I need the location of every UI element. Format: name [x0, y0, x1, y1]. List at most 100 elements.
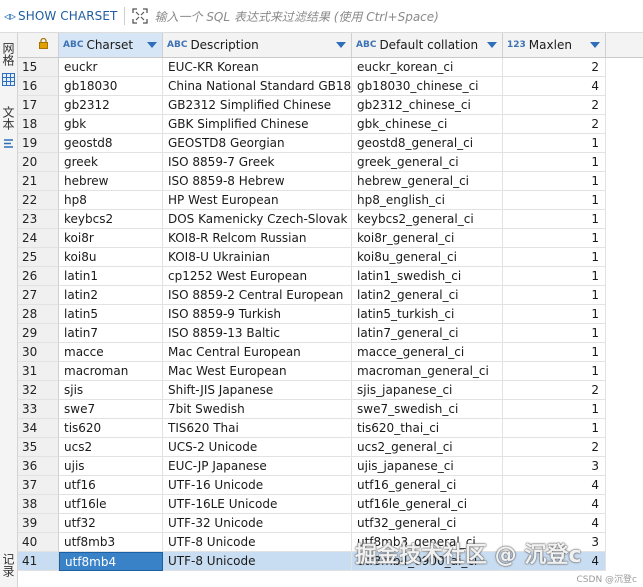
table-row[interactable]: 31 macroman Mac West European macroman_gene…	[18, 362, 643, 381]
table-cell[interactable]: sjis_japanese_ci	[352, 381, 503, 400]
table-cell[interactable]: UTF-16LE Unicode	[163, 495, 352, 514]
table-cell[interactable]: gb2312	[59, 96, 163, 115]
table-cell[interactable]: hp8_english_ci	[352, 191, 503, 210]
table-row[interactable]: 34 tis620 TIS620 Thai tis620_thai_ci 1	[18, 419, 643, 438]
table-cell[interactable]: koi8u_general_ci	[352, 248, 503, 267]
row-number-cell[interactable]: 24	[18, 229, 59, 248]
table-cell[interactable]: KOI8-U Ukrainian	[163, 248, 352, 267]
table-cell[interactable]: 1	[503, 229, 606, 248]
table-row[interactable]: 20 greek ISO 8859-7 Greek greek_general_ci 1	[18, 153, 643, 172]
row-number-cell[interactable]: 35	[18, 438, 59, 457]
table-row[interactable]: 23 keybcs2 DOS Kamenicky Czech-Slovak keybc…	[18, 210, 643, 229]
chevron-down-icon[interactable]	[590, 42, 600, 48]
row-number-cell[interactable]: 28	[18, 305, 59, 324]
table-cell[interactable]: ucs2_general_ci	[352, 438, 503, 457]
table-cell[interactable]: keybcs2_general_ci	[352, 210, 503, 229]
table-cell[interactable]: greek	[59, 153, 163, 172]
row-number-cell[interactable]: 18	[18, 115, 59, 134]
table-row[interactable]: 26 latin1 cp1252 West European latin1_swedi…	[18, 267, 643, 286]
table-cell[interactable]: ISO 8859-13 Baltic	[163, 324, 352, 343]
table-row[interactable]: 29 latin7 ISO 8859-13 Baltic latin7_general…	[18, 324, 643, 343]
table-row[interactable]: 25 koi8u KOI8-U Ukrainian koi8u_general_ci 1	[18, 248, 643, 267]
table-cell[interactable]: 2	[503, 381, 606, 400]
table-cell[interactable]: 4	[503, 476, 606, 495]
row-number-cell[interactable]: 40	[18, 533, 59, 552]
table-cell[interactable]: latin7	[59, 324, 163, 343]
row-number-cell[interactable]: 26	[18, 267, 59, 286]
table-cell[interactable]: TIS620 Thai	[163, 419, 352, 438]
table-cell[interactable]: 4	[503, 495, 606, 514]
table-cell[interactable]: GEOSTD8 Georgian	[163, 134, 352, 153]
table-cell[interactable]: UTF-8 Unicode	[163, 552, 352, 571]
table-row[interactable]: 36 ujis EUC-JP Japanese ujis_japanese_ci 3	[18, 457, 643, 476]
table-cell[interactable]: geostd8_general_ci	[352, 134, 503, 153]
table-cell[interactable]: 3	[503, 457, 606, 476]
table-cell[interactable]: 1	[503, 362, 606, 381]
table-row[interactable]: 38 utf16le UTF-16LE Unicode utf16le_general…	[18, 495, 643, 514]
table-row[interactable]: 21 hebrew ISO 8859-8 Hebrew hebrew_general_…	[18, 172, 643, 191]
table-cell[interactable]: koi8u	[59, 248, 163, 267]
table-cell[interactable]: utf16le_general_ci	[352, 495, 503, 514]
table-cell[interactable]: EUC-JP Japanese	[163, 457, 352, 476]
query-label[interactable]: ◃▹ SHOW CHARSET	[0, 9, 118, 23]
row-number-cell[interactable]: 30	[18, 343, 59, 362]
table-cell[interactable]: 1	[503, 134, 606, 153]
table-cell[interactable]: 1	[503, 172, 606, 191]
table-cell[interactable]: GBK Simplified Chinese	[163, 115, 352, 134]
table-row[interactable]: 30 macce Mac Central European macce_general…	[18, 343, 643, 362]
table-cell[interactable]: 1	[503, 343, 606, 362]
row-number-cell[interactable]: 20	[18, 153, 59, 172]
table-cell[interactable]: UCS-2 Unicode	[163, 438, 352, 457]
table-cell[interactable]: ISO 8859-9 Turkish	[163, 305, 352, 324]
table-cell[interactable]: latin2	[59, 286, 163, 305]
table-cell[interactable]: latin1	[59, 267, 163, 286]
table-row[interactable]: 24 koi8r KOI8-R Relcom Russian koi8r_genera…	[18, 229, 643, 248]
table-cell[interactable]: 2	[503, 115, 606, 134]
tab-record[interactable]: 记录	[0, 548, 17, 582]
table-cell[interactable]: ISO 8859-2 Central European	[163, 286, 352, 305]
table-cell[interactable]: ISO 8859-7 Greek	[163, 153, 352, 172]
table-cell[interactable]: UTF-16 Unicode	[163, 476, 352, 495]
tab-text[interactable]: 文本	[0, 103, 17, 133]
table-cell[interactable]: 1	[503, 286, 606, 305]
table-cell[interactable]: 4	[503, 77, 606, 96]
table-cell[interactable]: geostd8	[59, 134, 163, 153]
row-number-cell[interactable]: 36	[18, 457, 59, 476]
table-row[interactable]: 37 utf16 UTF-16 Unicode utf16_general_ci 4	[18, 476, 643, 495]
table-cell[interactable]: greek_general_ci	[352, 153, 503, 172]
table-cell[interactable]: 1	[503, 248, 606, 267]
row-number-cell[interactable]: 41	[18, 552, 59, 571]
table-cell[interactable]: gbk_chinese_ci	[352, 115, 503, 134]
table-cell[interactable]: 7bit Swedish	[163, 400, 352, 419]
table-cell[interactable]: latin5_turkish_ci	[352, 305, 503, 324]
table-cell[interactable]: koi8r	[59, 229, 163, 248]
column-header-default-collation[interactable]: ABC Default collation	[352, 33, 503, 57]
row-number-cell[interactable]: 39	[18, 514, 59, 533]
filter-input[interactable]: 输入一个 SQL 表达式来过滤结果 (使用 Ctrl+Space)	[153, 4, 643, 28]
table-cell[interactable]: hebrew_general_ci	[352, 172, 503, 191]
table-cell[interactable]: 1	[503, 419, 606, 438]
table-cell[interactable]: macroman	[59, 362, 163, 381]
table-cell[interactable]: GB2312 Simplified Chinese	[163, 96, 352, 115]
table-row[interactable]: 17 gb2312 GB2312 Simplified Chinese gb2312_…	[18, 96, 643, 115]
table-cell[interactable]: KOI8-R Relcom Russian	[163, 229, 352, 248]
table-cell[interactable]: Mac West European	[163, 362, 352, 381]
expand-filter-icon[interactable]	[131, 7, 149, 25]
row-number-cell[interactable]: 33	[18, 400, 59, 419]
row-number-header[interactable]	[18, 33, 59, 57]
table-row[interactable]: 19 geostd8 GEOSTD8 Georgian geostd8_general…	[18, 134, 643, 153]
row-number-cell[interactable]: 38	[18, 495, 59, 514]
table-cell[interactable]: UTF-8 Unicode	[163, 533, 352, 552]
table-cell[interactable]: utf8mb3	[59, 533, 163, 552]
table-cell[interactable]: gb18030	[59, 77, 163, 96]
row-number-cell[interactable]: 27	[18, 286, 59, 305]
chevron-down-icon[interactable]	[487, 42, 497, 48]
table-row[interactable]: 32 sjis Shift-JIS Japanese sjis_japanese_ci…	[18, 381, 643, 400]
table-row[interactable]: 33 swe7 7bit Swedish swe7_swedish_ci 1	[18, 400, 643, 419]
row-number-cell[interactable]: 17	[18, 96, 59, 115]
row-number-cell[interactable]: 23	[18, 210, 59, 229]
row-number-cell[interactable]: 15	[18, 58, 59, 77]
table-row[interactable]: 18 gbk GBK Simplified Chinese gbk_chinese_c…	[18, 115, 643, 134]
row-number-cell[interactable]: 31	[18, 362, 59, 381]
column-header-maxlen[interactable]: 123 Maxlen	[503, 33, 606, 57]
